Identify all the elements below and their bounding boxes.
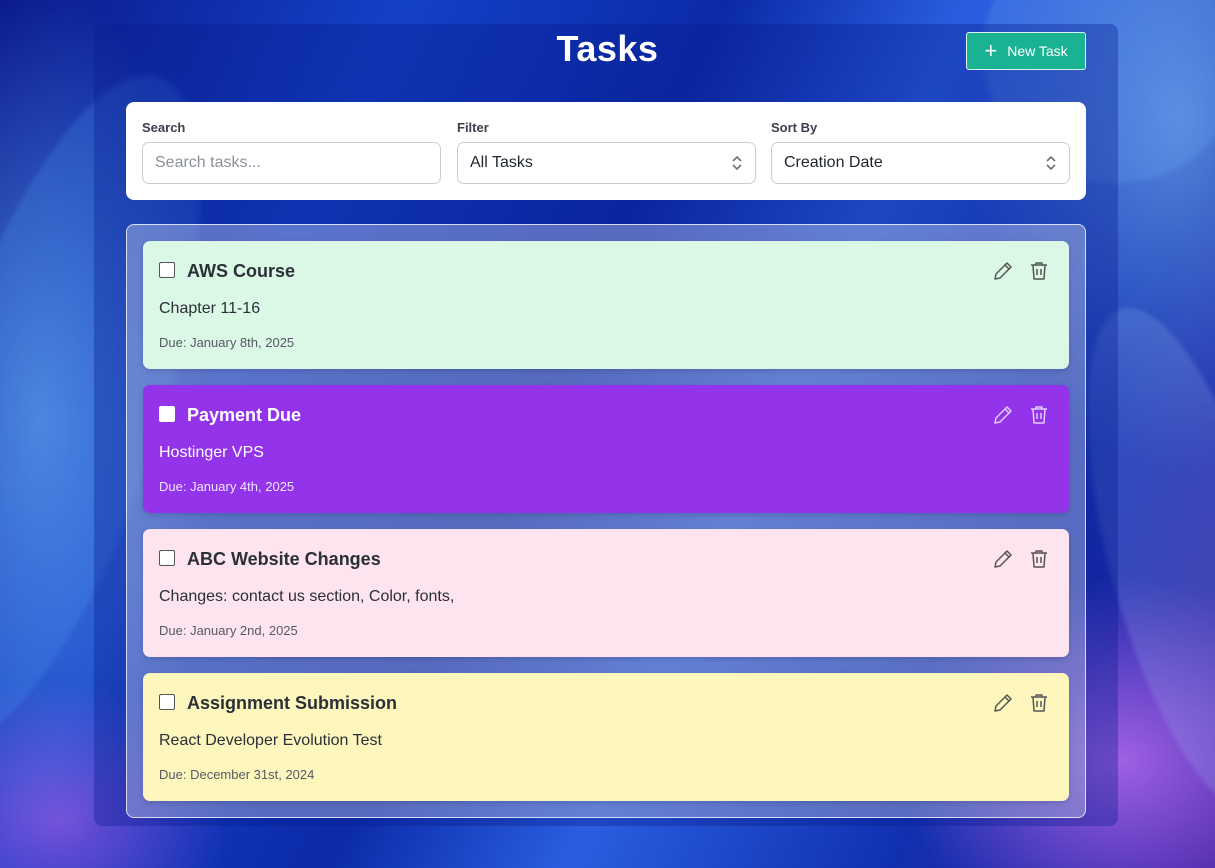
controls-bar: Search Filter All Tasks Sort By Creation… bbox=[126, 102, 1086, 200]
pencil-icon[interactable] bbox=[991, 547, 1015, 571]
task-description: Chapter 11-16 bbox=[159, 300, 261, 317]
task-due-date: Due: December 31st, 2024 bbox=[159, 767, 315, 782]
task-description: Changes: contact us section, Color, font… bbox=[159, 588, 455, 605]
task-card: AWS Course Chapter 11-16 Due: January 8t… bbox=[143, 241, 1069, 369]
sort-label: Sort By bbox=[771, 120, 818, 135]
filter-label: Filter bbox=[457, 120, 489, 135]
trash-icon[interactable] bbox=[1027, 403, 1051, 427]
task-checkbox[interactable] bbox=[159, 550, 175, 566]
sort-control: Sort By Creation Date bbox=[771, 120, 1070, 184]
task-due-date: Due: January 8th, 2025 bbox=[159, 335, 295, 350]
trash-icon[interactable] bbox=[1027, 691, 1051, 715]
filter-control: Filter All Tasks bbox=[457, 120, 756, 184]
sort-value: Creation Date bbox=[784, 154, 883, 171]
filter-value: All Tasks bbox=[470, 154, 533, 171]
pencil-icon[interactable] bbox=[991, 691, 1015, 715]
trash-icon[interactable] bbox=[1027, 259, 1051, 283]
task-title: ABC Website Changes bbox=[187, 549, 381, 569]
search-control: Search bbox=[142, 120, 441, 184]
task-description: React Developer Evolution Test bbox=[159, 732, 382, 749]
pencil-icon[interactable] bbox=[991, 403, 1015, 427]
filter-select[interactable]: All Tasks bbox=[457, 142, 756, 184]
task-description: Hostinger VPS bbox=[159, 444, 264, 461]
sort-select[interactable]: Creation Date bbox=[771, 142, 1070, 184]
task-title: AWS Course bbox=[187, 261, 296, 281]
task-checkbox[interactable] bbox=[159, 694, 175, 710]
task-title: Payment Due bbox=[187, 405, 302, 425]
task-card: Payment Due Hostinger VPS Due: January 4… bbox=[143, 385, 1069, 513]
plus-icon: + bbox=[984, 38, 998, 63]
search-input[interactable] bbox=[142, 142, 441, 184]
search-label: Search bbox=[142, 120, 186, 135]
new-task-label: New Task bbox=[1007, 43, 1068, 59]
trash-icon[interactable] bbox=[1027, 547, 1051, 571]
task-due-date: Due: January 2nd, 2025 bbox=[159, 623, 298, 638]
task-checkbox[interactable] bbox=[159, 406, 175, 422]
task-card: Assignment Submission React Developer Ev… bbox=[143, 673, 1069, 801]
chevron-updown-icon bbox=[1046, 155, 1056, 171]
chevron-updown-icon bbox=[732, 155, 742, 171]
task-list: AWS Course Chapter 11-16 Due: January 8t… bbox=[126, 224, 1086, 818]
task-title: Assignment Submission bbox=[187, 693, 398, 713]
task-card: ABC Website Changes Changes: contact us … bbox=[143, 529, 1069, 657]
task-due-date: Due: January 4th, 2025 bbox=[159, 479, 295, 494]
new-task-button[interactable]: + New Task bbox=[966, 32, 1086, 70]
pencil-icon[interactable] bbox=[991, 259, 1015, 283]
task-checkbox[interactable] bbox=[159, 262, 175, 278]
